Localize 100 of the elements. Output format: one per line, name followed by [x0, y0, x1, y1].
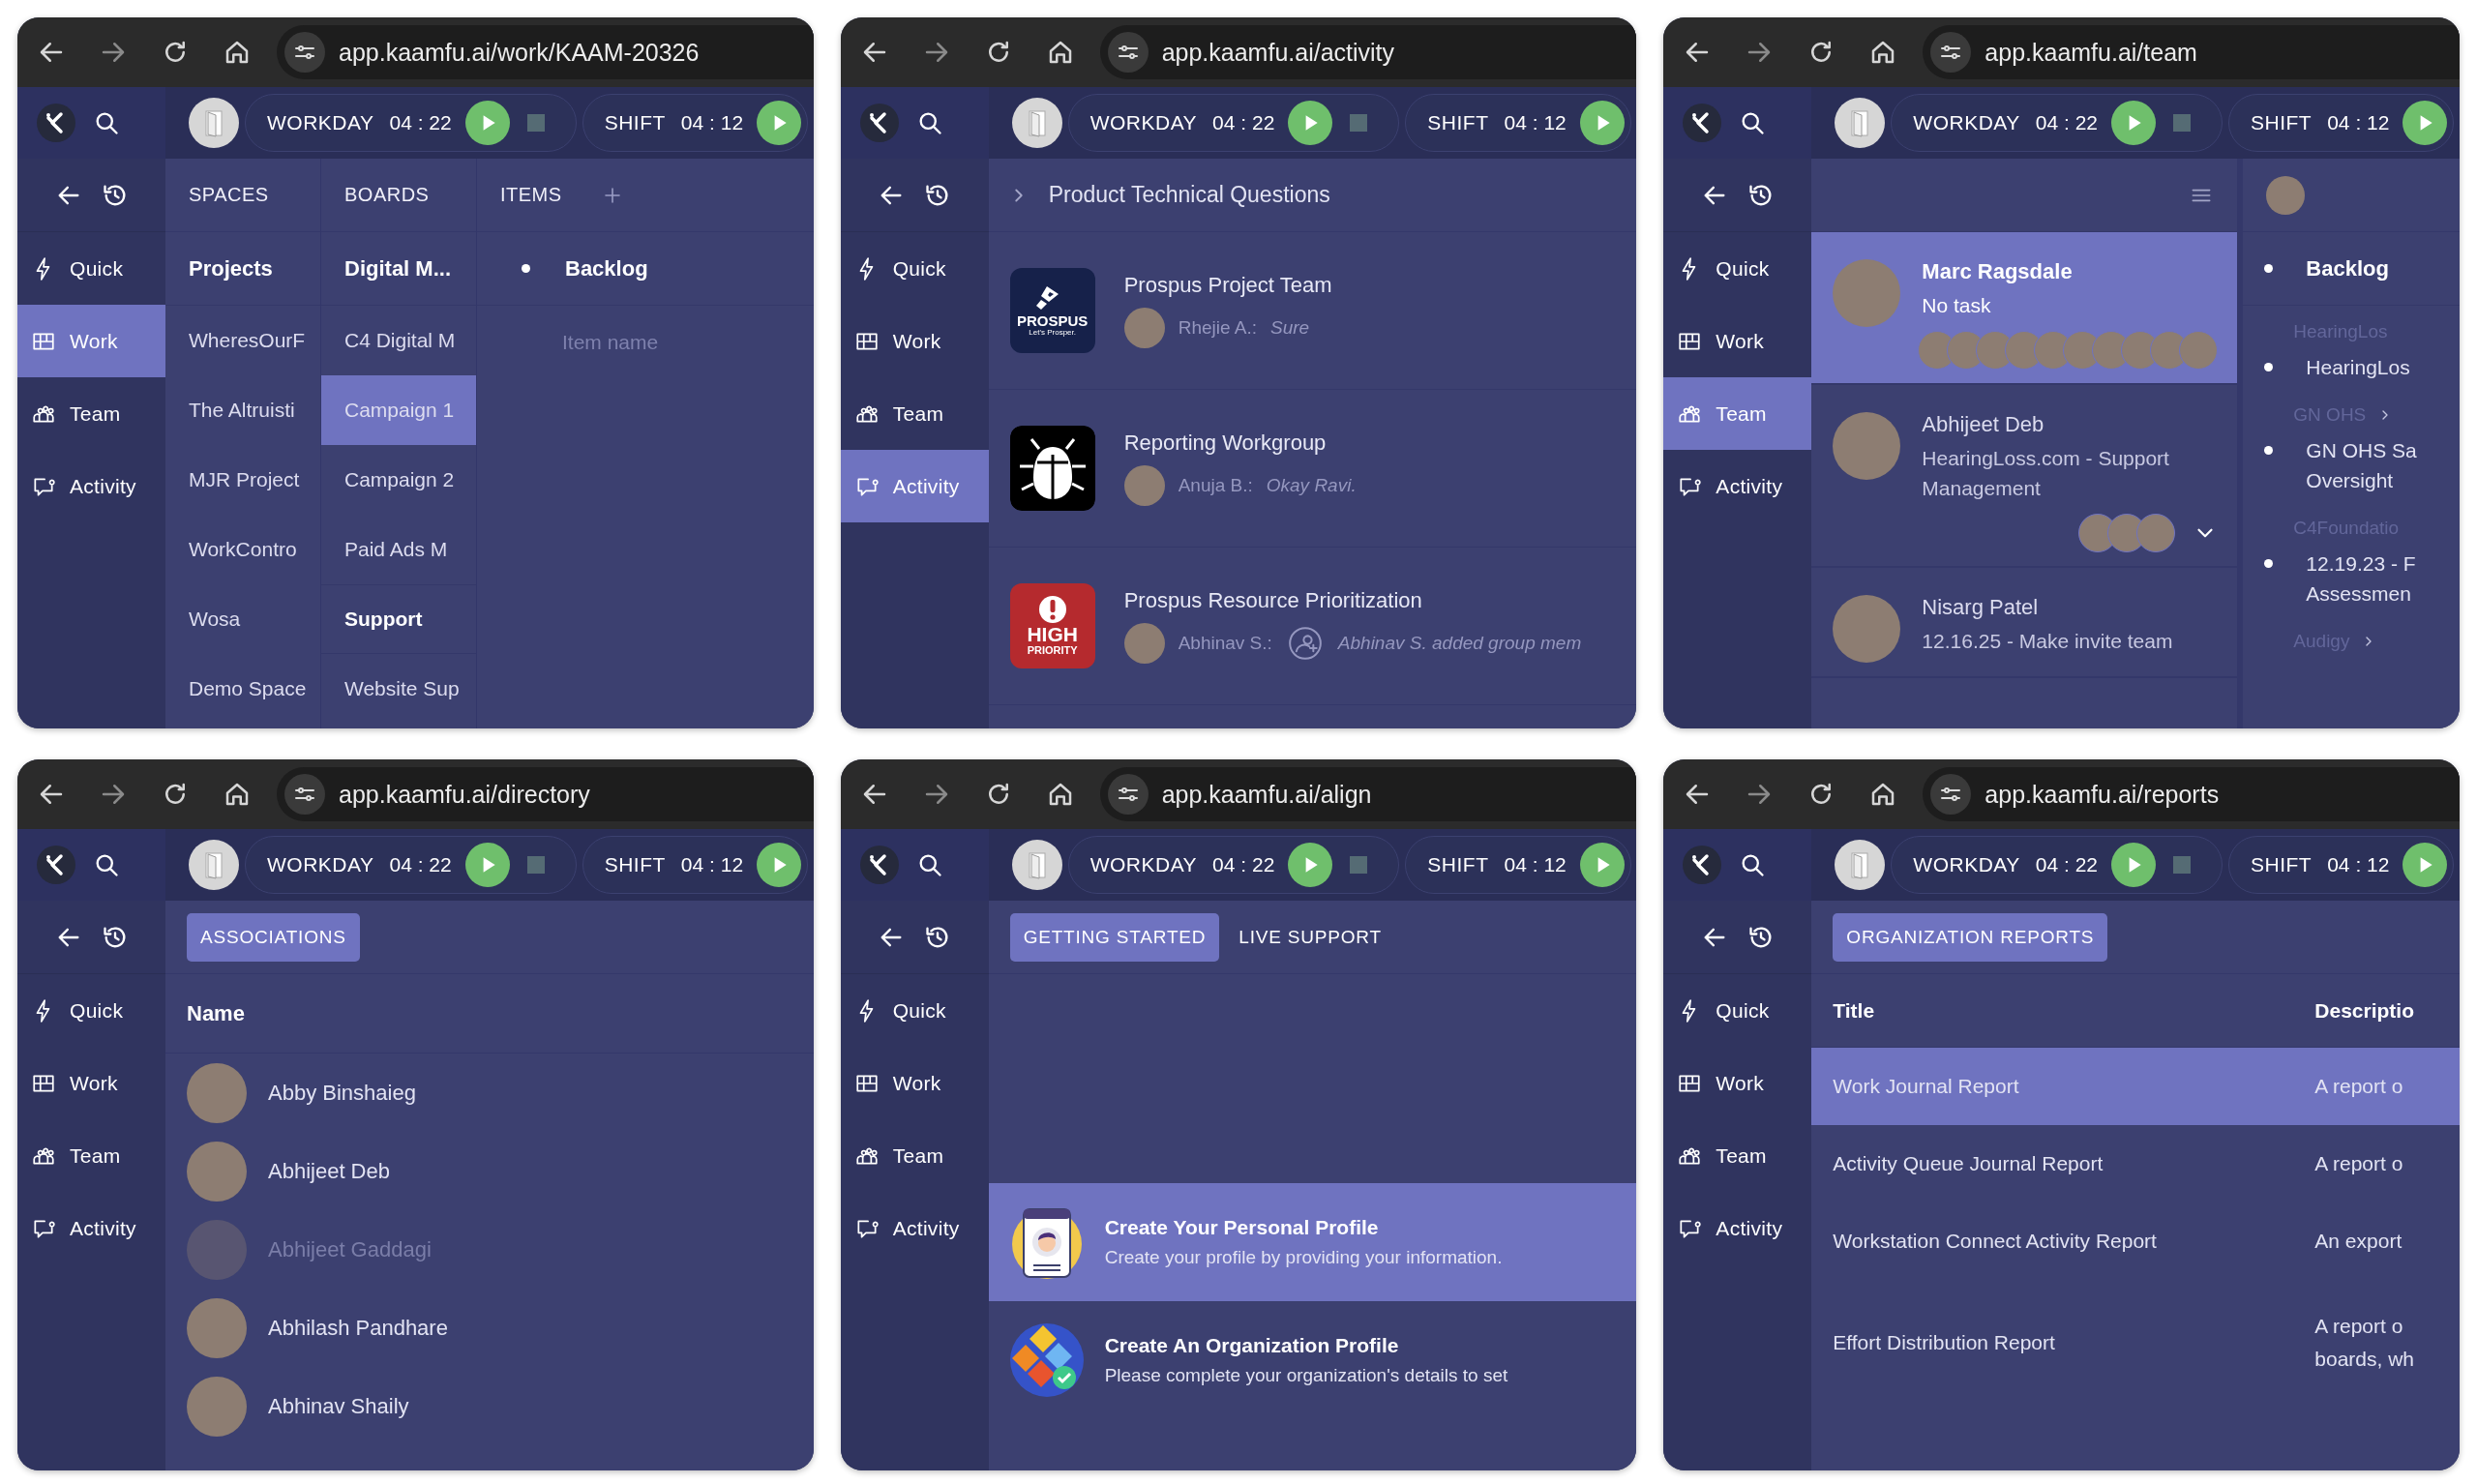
site-settings-icon[interactable]	[284, 774, 325, 815]
report-row[interactable]: Effort Distribution Report A report o boards, wh	[1811, 1280, 2460, 1406]
list-item[interactable]: Website Sup	[321, 654, 476, 724]
nav-item[interactable]: Work	[840, 1047, 989, 1119]
column-title[interactable]: Digital M...	[344, 255, 451, 282]
site-settings-icon[interactable]	[1107, 774, 1149, 815]
site-settings-icon[interactable]	[1930, 774, 1972, 815]
guide-row[interactable]: Create An Organization Profile Please complete your organization's details to set	[988, 1301, 1637, 1419]
column-title[interactable]: Backlog	[565, 255, 648, 282]
nav-item[interactable]: Activity	[1663, 450, 1812, 522]
play-button[interactable]	[757, 843, 802, 887]
nav-item[interactable]: Quick	[1663, 974, 1812, 1047]
tab[interactable]: GETTING STARTED	[1009, 912, 1220, 962]
breadcrumb-title[interactable]: Product Technical Questions	[1048, 182, 1330, 208]
user-avatar[interactable]	[1011, 840, 1062, 890]
guide-row[interactable]: Create Your Personal Profile Create your profile by providing your information.	[988, 1183, 1637, 1301]
site-settings-icon[interactable]	[1107, 32, 1149, 73]
column-header[interactable]: ITEMS	[500, 184, 562, 206]
nav-item[interactable]: Team	[1663, 1119, 1812, 1192]
tab[interactable]: LIVE SUPPORT	[1225, 912, 1395, 962]
nav-item[interactable]: Team	[840, 377, 989, 450]
directory-row[interactable]: Abby Binshaieg	[165, 1054, 814, 1132]
report-row[interactable]: Workstation Connect Activity Report An export	[1811, 1202, 2460, 1280]
nav-item[interactable]: Work	[840, 305, 989, 377]
list-item[interactable]: Demo Space	[165, 654, 320, 724]
list-item[interactable]: Paid Ads M	[321, 515, 476, 584]
tab[interactable]: ORGANIZATION REPORTS	[1833, 912, 2108, 962]
nav-item[interactable]: Quick	[1663, 232, 1812, 305]
play-button[interactable]	[1579, 101, 1625, 145]
nav-item[interactable]: Team	[17, 377, 165, 450]
play-button[interactable]	[757, 101, 802, 145]
logo-icon[interactable]	[37, 104, 75, 142]
nav-item[interactable]: Quick	[17, 974, 165, 1047]
group-heading[interactable]: Support	[321, 584, 476, 654]
address-bar[interactable]: app.kaamfu.ai/work/KAAM-20326	[277, 25, 814, 79]
task-item[interactable]: HearingLos	[2306, 352, 2410, 383]
play-button[interactable]	[1288, 101, 1333, 145]
site-settings-icon[interactable]	[1930, 32, 1972, 73]
task-item[interactable]: GN OHS Sa Oversight	[2306, 434, 2417, 496]
list-item[interactable]: WheresOurF	[165, 306, 320, 375]
nav-item[interactable]: Work	[1663, 305, 1812, 377]
member-row[interactable]: Marc Ragsdale No task	[1811, 232, 2238, 385]
directory-row[interactable]: Abhilash Pandhare	[165, 1289, 814, 1367]
group-row[interactable]: HIGH PRIORITY Prospus Resource Prioritization Abhinav S.: Abhinav S. added group mem	[988, 548, 1637, 705]
nav-item[interactable]: Team	[1663, 377, 1812, 450]
nav-item[interactable]: Work	[17, 1047, 165, 1119]
nav-item[interactable]: Activity	[17, 1192, 165, 1264]
nav-item[interactable]: Work	[17, 305, 165, 377]
address-bar[interactable]: app.kaamfu.ai/align	[1099, 767, 1637, 821]
list-item[interactable]: MJR Project	[165, 445, 320, 515]
member-row[interactable]: Nisarg Patel 12.16.25 - Make invite team	[1811, 567, 2238, 678]
list-item[interactable]: The Altruisti	[165, 375, 320, 445]
group-row[interactable]: Reporting Workgroup Anuja B.: Okay Ravi.	[988, 390, 1637, 548]
column-header[interactable]: BOARDS	[344, 184, 430, 206]
play-button[interactable]	[464, 843, 510, 887]
report-row[interactable]: Activity Queue Journal Report A report o	[1811, 1125, 2460, 1202]
logo-icon[interactable]	[1683, 846, 1722, 884]
play-button[interactable]	[464, 101, 510, 145]
list-item[interactable]: Campaign 2	[321, 445, 476, 515]
column-title[interactable]: Projects	[189, 255, 273, 282]
nav-item[interactable]: Team	[17, 1119, 165, 1192]
directory-row[interactable]: Abhinav Shaily	[165, 1367, 814, 1445]
play-button[interactable]	[1288, 843, 1333, 887]
address-bar[interactable]: app.kaamfu.ai/team	[1923, 25, 2460, 79]
user-avatar[interactable]	[1835, 840, 1886, 890]
site-settings-icon[interactable]	[284, 32, 325, 73]
directory-row[interactable]: Abhijeet Deb	[165, 1132, 814, 1210]
logo-icon[interactable]	[859, 846, 899, 884]
nav-item[interactable]: Quick	[17, 232, 165, 305]
nav-item[interactable]: Activity	[840, 1192, 989, 1264]
play-button[interactable]	[2402, 843, 2448, 887]
play-button[interactable]	[2111, 101, 2156, 145]
list-item[interactable]: WorkContro	[165, 515, 320, 584]
nav-item[interactable]: Activity	[840, 450, 989, 522]
nav-item[interactable]: Quick	[840, 974, 989, 1047]
user-avatar[interactable]	[1835, 98, 1886, 148]
play-button[interactable]	[1579, 843, 1625, 887]
nav-item[interactable]: Team	[840, 1119, 989, 1192]
nav-item[interactable]: Work	[1663, 1047, 1812, 1119]
member-row[interactable]: Abhijeet Deb HearingLoss.com - Support Management	[1811, 384, 2238, 568]
column-header[interactable]: SPACES	[189, 184, 269, 206]
address-bar[interactable]: app.kaamfu.ai/activity	[1099, 25, 1637, 79]
nav-item[interactable]: Quick	[840, 232, 989, 305]
user-avatar[interactable]	[189, 840, 239, 890]
address-bar[interactable]: app.kaamfu.ai/directory	[277, 767, 814, 821]
list-item[interactable]: Wosa	[165, 584, 320, 654]
logo-icon[interactable]	[1683, 104, 1722, 142]
nav-item[interactable]: Activity	[1663, 1192, 1812, 1264]
list-item[interactable]: C4 Digital M	[321, 306, 476, 375]
address-bar[interactable]: app.kaamfu.ai/reports	[1923, 767, 2460, 821]
item-name-field[interactable]: Item name	[562, 327, 814, 358]
tab[interactable]: ASSOCIATIONS	[187, 912, 360, 962]
nav-item[interactable]: Activity	[17, 450, 165, 522]
logo-icon[interactable]	[859, 104, 899, 142]
task-item[interactable]: 12.19.23 - F Assessmen	[2306, 548, 2416, 609]
play-button[interactable]	[2402, 101, 2448, 145]
group-row[interactable]: PROSPUS Let's Prosper. Prospus Project Team Rhejie A.: Sure	[988, 232, 1637, 390]
user-avatar[interactable]	[1011, 98, 1062, 148]
user-avatar[interactable]	[189, 98, 239, 148]
logo-icon[interactable]	[37, 846, 75, 884]
